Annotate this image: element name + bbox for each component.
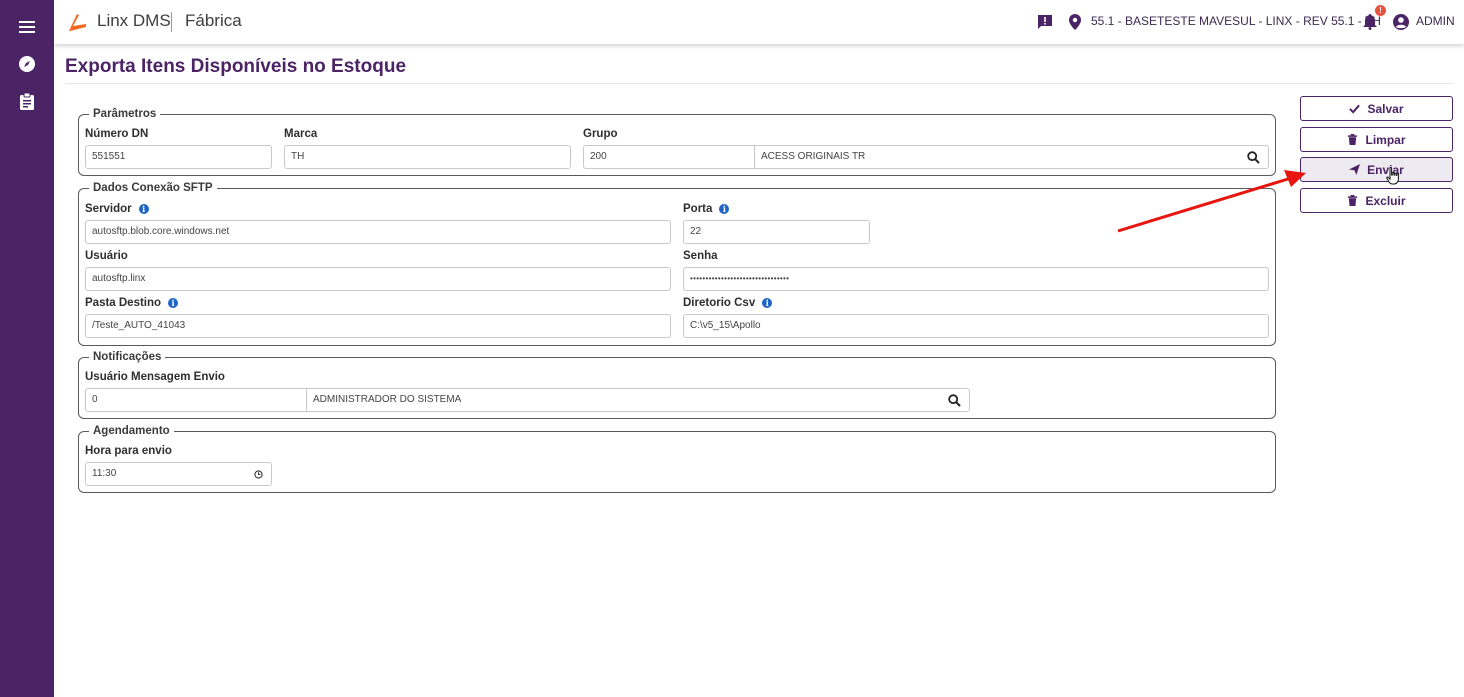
diretorio-csv-label: Diretorio Csv: [683, 297, 756, 309]
clock-icon[interactable]: [254, 470, 263, 479]
title-divider: [65, 83, 1452, 84]
location-pin-icon: [1065, 12, 1085, 32]
excluir-button[interactable]: Excluir: [1300, 188, 1453, 213]
hora-envio-label: Hora para envio: [85, 445, 172, 457]
user-name[interactable]: ADMIN: [1416, 14, 1455, 28]
marca-input[interactable]: TH: [284, 145, 571, 169]
usuario-mensagem-description: ADMINISTRADOR DO SISTEMA: [313, 394, 462, 405]
top-bar: Linx DMS Fábrica 55.1 - BASETESTE MAVESU…: [54, 0, 1464, 44]
page-title: Exporta Itens Disponíveis no Estoque: [65, 56, 407, 77]
menu-icon[interactable]: [17, 17, 37, 37]
diretorio-csv-info-icon[interactable]: i: [762, 298, 773, 308]
servidor-label-row: Servidor i: [85, 203, 149, 215]
compass-icon[interactable]: [17, 54, 37, 74]
salvar-label: Salvar: [1367, 101, 1404, 116]
servidor-info-icon[interactable]: i: [138, 204, 149, 214]
enviar-button[interactable]: Enviar: [1300, 157, 1453, 182]
usuario-input[interactable]: autosftp.linx: [85, 267, 671, 291]
diretorio-csv-label-row: Diretorio Csv i: [683, 297, 773, 309]
limpar-button[interactable]: Limpar: [1300, 127, 1453, 152]
hand-cursor-icon: [1386, 167, 1399, 185]
limpar-label: Limpar: [1365, 132, 1406, 147]
send-icon: [1349, 164, 1361, 175]
grupo-description: ACESS ORIGINAIS TR: [761, 151, 866, 162]
annotation-arrow-shaft: [1117, 177, 1289, 233]
senha-label: Senha: [683, 250, 718, 262]
usuario-mensagem-search-icon[interactable]: [948, 394, 961, 407]
user-avatar-icon[interactable]: [1391, 12, 1411, 32]
grupo-divider: [754, 146, 755, 168]
salvar-button[interactable]: Salvar: [1300, 96, 1453, 121]
check-icon: [1349, 104, 1361, 114]
notificacoes-legend: Notificações: [93, 351, 162, 363]
excluir-label: Excluir: [1365, 193, 1406, 208]
usuario-label: Usuário: [85, 250, 128, 262]
linx-logo-icon: [66, 11, 88, 33]
servidor-label: Servidor: [85, 203, 132, 215]
usuario-mensagem-code[interactable]: 0: [92, 394, 98, 405]
module-name: Fábrica: [185, 11, 242, 30]
location-label[interactable]: 55.1 - BASETESTE MAVESUL - LINX - REV 55…: [1091, 14, 1381, 28]
parametros-legend: Parâmetros: [93, 108, 157, 120]
porta-input[interactable]: 22: [683, 220, 870, 244]
pasta-destino-label: Pasta Destino: [85, 297, 162, 309]
sftp-legend: Dados Conexão SFTP: [93, 182, 213, 194]
servidor-input[interactable]: autosftp.blob.core.windows.net: [85, 220, 671, 244]
clipboard-icon[interactable]: [17, 91, 37, 111]
usuario-mensagem-divider: [306, 389, 307, 411]
porta-label: Porta: [683, 203, 713, 215]
annotation-arrow: [1117, 170, 1306, 233]
hora-envio-input[interactable]: 11:30: [85, 462, 272, 486]
brand-divider: [171, 12, 172, 32]
pasta-destino-info-icon[interactable]: i: [168, 298, 179, 308]
numero-dn-label: Número DN: [85, 128, 149, 140]
grupo-search-icon[interactable]: [1247, 151, 1260, 164]
brand-name: Linx DMS: [97, 11, 171, 30]
marca-label: Marca: [284, 128, 318, 140]
usuario-mensagem-lookup[interactable]: 0 ADMINISTRADOR DO SISTEMA: [85, 388, 970, 412]
sidebar: [0, 0, 54, 697]
grupo-label: Grupo: [583, 128, 618, 140]
usuario-mensagem-label: Usuário Mensagem Envio: [85, 371, 225, 383]
hora-envio-value[interactable]: 11:30: [92, 468, 116, 479]
senha-input[interactable]: ••••••••••••••••••••••••••••••••: [683, 267, 1269, 291]
trash-icon: [1348, 195, 1358, 206]
trash-icon: [1348, 134, 1358, 145]
diretorio-csv-input[interactable]: C:\v5_15\Apollo: [683, 314, 1269, 338]
notification-badge: !: [1375, 5, 1386, 16]
feedback-icon[interactable]: [1035, 12, 1055, 32]
agendamento-legend: Agendamento: [93, 425, 170, 437]
porta-label-row: Porta i: [683, 203, 730, 215]
pasta-destino-label-row: Pasta Destino i: [85, 297, 179, 309]
numero-dn-input[interactable]: 551551: [85, 145, 272, 169]
porta-info-icon[interactable]: i: [719, 204, 730, 214]
grupo-code[interactable]: 200: [590, 151, 607, 162]
pasta-destino-input[interactable]: /Teste_AUTO_41043: [85, 314, 671, 338]
